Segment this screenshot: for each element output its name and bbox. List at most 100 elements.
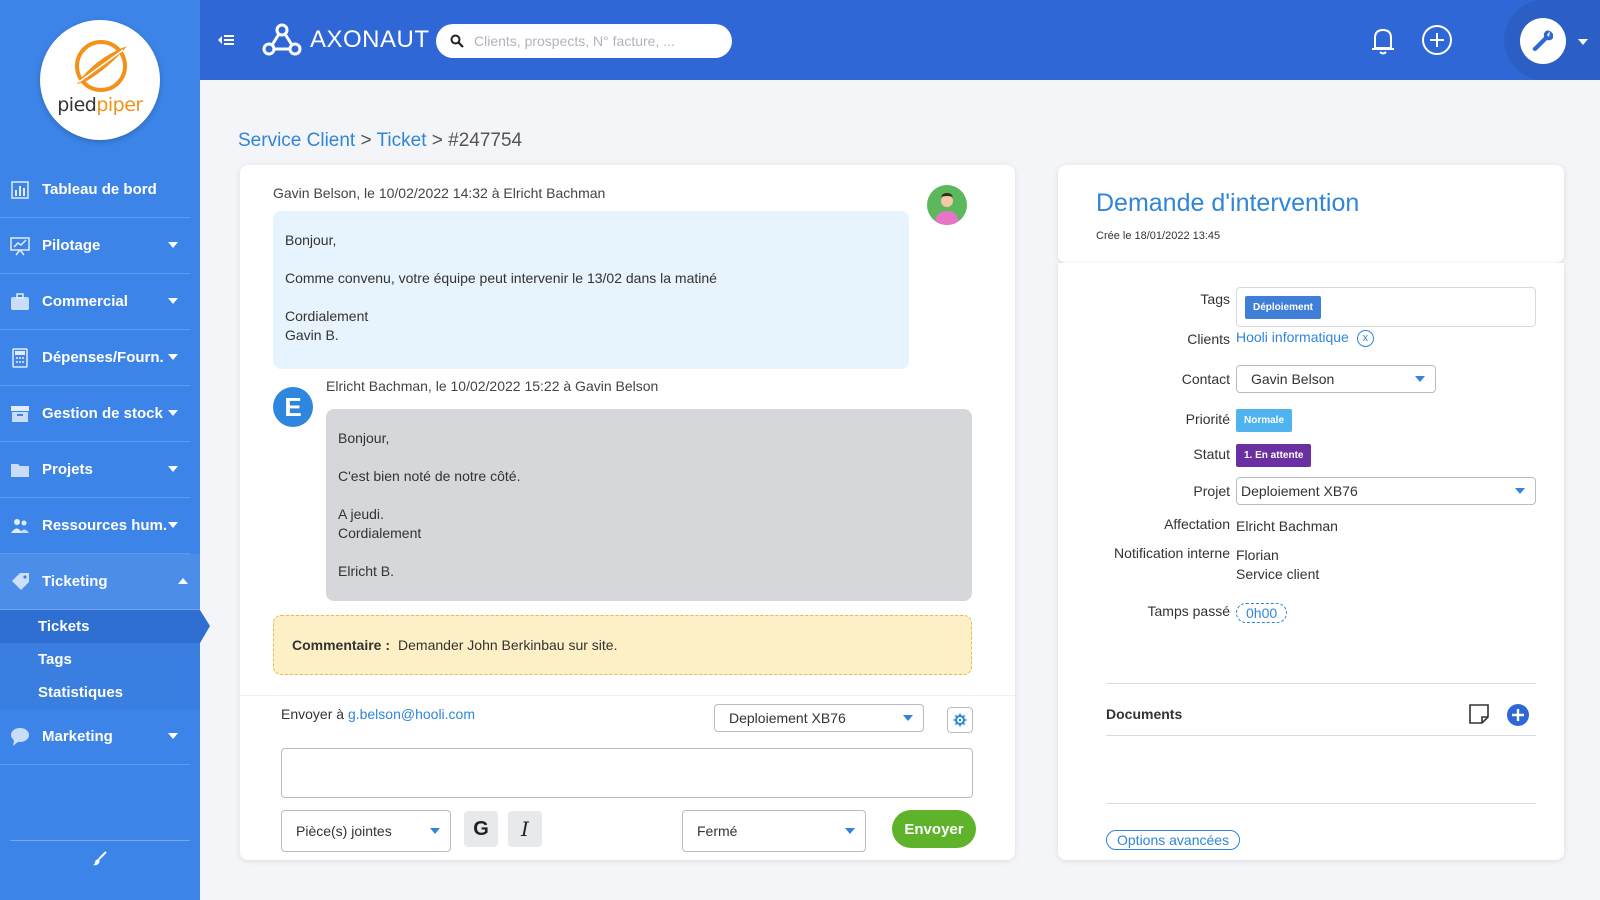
attachments-select[interactable]: Pièce(s) jointes bbox=[281, 810, 451, 852]
clients-label: Clients bbox=[1187, 331, 1230, 347]
search-input[interactable] bbox=[474, 33, 714, 49]
message-line: C'est bien noté de notre côté. bbox=[338, 468, 521, 484]
reply-project-select[interactable]: Deploiement XB76 bbox=[714, 704, 924, 732]
tag-badge[interactable]: Déploiement bbox=[1245, 296, 1322, 319]
notification-value[interactable]: Florian Service client bbox=[1236, 546, 1319, 584]
sidebar-subitem-statistiques[interactable]: Statistiques bbox=[0, 676, 200, 709]
message-line: Gavin B. bbox=[285, 327, 339, 343]
settings-area bbox=[1504, 0, 1600, 80]
breadcrumb-service-client[interactable]: Service Client bbox=[238, 130, 355, 151]
global-search[interactable] bbox=[436, 24, 732, 58]
company-logo[interactable]: piedpiper bbox=[40, 20, 160, 140]
breadcrumb-ticket[interactable]: Ticket bbox=[377, 130, 427, 151]
priority-badge[interactable]: Normale bbox=[1236, 409, 1293, 432]
select-value: Deploiement XB76 bbox=[729, 710, 846, 726]
sidebar-item-ressources-humaines[interactable]: Ressources hum. bbox=[0, 498, 190, 554]
send-button[interactable]: Envoyer bbox=[892, 810, 976, 848]
status-label: Statut bbox=[1193, 446, 1230, 462]
sidebar-item-tableau-de-bord[interactable]: Tableau de bord bbox=[0, 162, 190, 218]
plus-circle-icon bbox=[1422, 25, 1452, 55]
avatar bbox=[927, 185, 967, 225]
sidebar-item-label: Ressources hum. bbox=[42, 517, 168, 534]
contact-select[interactable]: Gavin Belson bbox=[1236, 365, 1436, 393]
send-to-email-link[interactable]: g.belson@hooli.com bbox=[348, 706, 475, 722]
project-select[interactable]: Deploiement XB76 bbox=[1236, 477, 1536, 505]
chevron-down-icon bbox=[1415, 376, 1425, 382]
bold-button[interactable]: G bbox=[464, 811, 498, 847]
send-to: Envoyer à g.belson@hooli.com bbox=[281, 706, 475, 722]
collapse-sidebar-button[interactable] bbox=[212, 28, 238, 52]
select-value: Gavin Belson bbox=[1251, 371, 1335, 387]
chevron-down-icon bbox=[168, 242, 178, 248]
reply-textarea[interactable] bbox=[281, 748, 973, 798]
sidebar-item-gestion-de-stock[interactable]: Gestion de stock bbox=[0, 386, 190, 442]
contact-label: Contact bbox=[1181, 371, 1230, 387]
italic-button[interactable]: I bbox=[508, 811, 542, 847]
user-avatar-icon bbox=[935, 193, 959, 225]
sidebar-item-label: Marketing bbox=[42, 728, 113, 745]
sidebar-item-label: Ticketing bbox=[42, 573, 108, 590]
users-icon bbox=[11, 518, 29, 533]
top-bar: AXONAUT bbox=[200, 0, 1600, 80]
sidebar: piedpiper Tableau de bord Pilotage Comme… bbox=[0, 0, 210, 900]
chevron-down-icon bbox=[903, 715, 913, 721]
time-spent-value[interactable]: 0h00 bbox=[1236, 603, 1288, 623]
brush-icon[interactable] bbox=[92, 850, 108, 866]
chevron-down-icon bbox=[168, 466, 178, 472]
message-line: Comme convenu, votre équipe peut interve… bbox=[285, 270, 717, 286]
reply-settings-button[interactable] bbox=[947, 707, 973, 733]
chevron-down-icon bbox=[168, 733, 178, 739]
comment-text: Demander John Berkinbau sur site. bbox=[398, 637, 618, 653]
chevron-up-icon bbox=[178, 578, 188, 584]
note-icon[interactable] bbox=[1468, 703, 1490, 725]
tags-field[interactable]: Déploiement bbox=[1236, 287, 1536, 327]
logo-text: piedpiper bbox=[57, 94, 143, 116]
settings-button[interactable] bbox=[1520, 18, 1566, 64]
send-to-label: Envoyer à bbox=[281, 706, 345, 722]
status-badge[interactable]: 1. En attente bbox=[1236, 444, 1312, 467]
message-line: Bonjour, bbox=[338, 430, 390, 446]
chevron-down-icon[interactable] bbox=[1578, 39, 1588, 45]
select-value: Deploiement XB76 bbox=[1241, 483, 1358, 499]
sidebar-subitem-tags[interactable]: Tags bbox=[0, 643, 200, 676]
breadcrumb-separator: > bbox=[355, 130, 377, 151]
sidebar-item-pilotage[interactable]: Pilotage bbox=[0, 218, 190, 274]
advanced-options-button[interactable]: Options avancées bbox=[1106, 830, 1241, 850]
sidebar-item-ticketing[interactable]: Ticketing bbox=[0, 554, 200, 610]
menu-collapse-icon bbox=[218, 35, 234, 45]
wrench-icon bbox=[1532, 30, 1554, 51]
sidebar-item-commercial[interactable]: Commercial bbox=[0, 274, 190, 330]
message-line: Bonjour, bbox=[285, 232, 337, 248]
notifications-button[interactable] bbox=[1365, 22, 1401, 58]
sidebar-subitem-tickets[interactable]: Tickets bbox=[0, 610, 210, 643]
chevron-down-icon bbox=[1515, 488, 1525, 494]
remove-client-icon[interactable]: x bbox=[1356, 329, 1374, 347]
app-brand[interactable]: AXONAUT bbox=[262, 22, 430, 58]
divider bbox=[1106, 683, 1536, 684]
sidebar-item-label: Pilotage bbox=[42, 237, 101, 254]
calculator-icon bbox=[12, 347, 28, 368]
chart-board-icon bbox=[10, 236, 30, 255]
add-document-icon[interactable] bbox=[1506, 703, 1530, 727]
client-link[interactable]: Hooli informatique bbox=[1236, 329, 1349, 345]
status-select[interactable]: Fermé bbox=[682, 810, 866, 852]
chat-bubble-icon bbox=[11, 727, 29, 746]
message-line: A jeudi. bbox=[338, 506, 384, 522]
sidebar-item-marketing[interactable]: Marketing bbox=[0, 709, 190, 765]
sidebar-item-label: Dépenses/Fourn. bbox=[42, 349, 164, 366]
sidebar-item-label: Gestion de stock bbox=[42, 405, 163, 422]
message-line: Elricht B. bbox=[338, 563, 395, 579]
sidebar-item-projets[interactable]: Projets bbox=[0, 442, 190, 498]
sidebar-item-depenses[interactable]: Dépenses/Fourn. bbox=[0, 330, 190, 386]
sidebar-item-label: Projets bbox=[42, 461, 93, 478]
chevron-down-icon bbox=[845, 828, 855, 834]
chevron-down-icon bbox=[168, 410, 178, 416]
quick-add-button[interactable] bbox=[1419, 22, 1455, 58]
assignment-label: Affectation bbox=[1164, 516, 1230, 532]
briefcase-icon bbox=[11, 292, 29, 310]
breadcrumb-ticket-id: #247754 bbox=[448, 130, 523, 151]
comment-label: Commentaire : bbox=[292, 637, 391, 653]
assignment-value[interactable]: Elricht Bachman bbox=[1236, 518, 1338, 534]
app-name: AXONAUT bbox=[310, 26, 430, 53]
notification-label: Notification interne bbox=[1114, 545, 1230, 561]
